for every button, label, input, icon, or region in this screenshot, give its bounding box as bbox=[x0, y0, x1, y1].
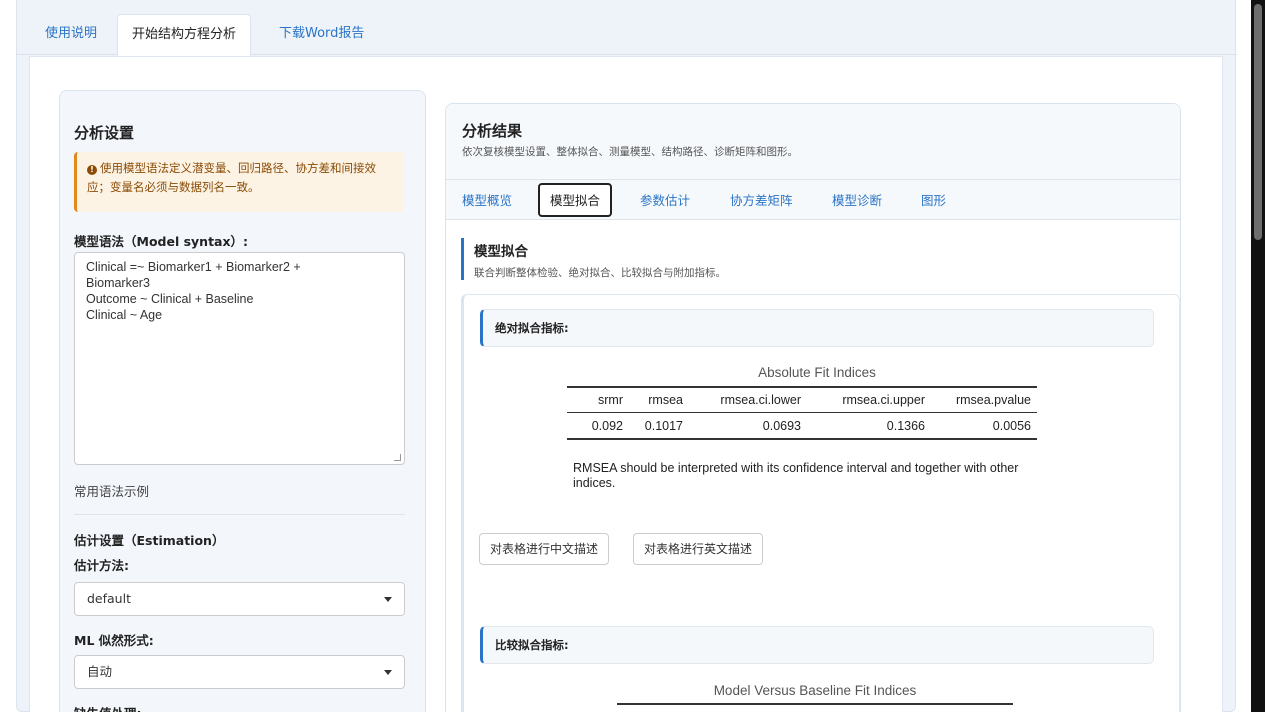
table-cell: 0.0056 bbox=[931, 412, 1037, 440]
fit-indices-card: 绝对拟合指标: Absolute Fit Indices srmr rmsea … bbox=[461, 294, 1180, 712]
estimation-title: 估计设置（Estimation） bbox=[74, 533, 225, 548]
syntax-hint-alert: ! 使用模型语法定义潜变量、回归路径、协方差和间接效应；变量名必须与数据列名一致。 bbox=[74, 152, 404, 212]
table-footnote: RMSEA should be interpreted with its con… bbox=[573, 461, 1019, 490]
top-tab-bar: 使用说明 开始结构方程分析 下载Word报告 bbox=[17, 14, 1237, 56]
window-scrollbar[interactable] bbox=[1251, 0, 1265, 712]
caret-down-icon bbox=[384, 597, 392, 602]
model-syntax-value: Clinical =~ Biomarker1 + Biomarker2 + Bi… bbox=[86, 260, 301, 322]
results-subtitle: 依次复核模型设置、整体拟合、测量模型、结构路径、诊断矩阵和图形。 bbox=[462, 146, 798, 158]
syntax-label: 模型语法（Model syntax）: bbox=[74, 234, 249, 249]
describe-table-chinese-button[interactable]: 对表格进行中文描述 bbox=[479, 533, 610, 565]
table-row: 0.092 0.1017 0.0693 0.1366 0.0056 bbox=[567, 412, 1037, 440]
results-tab-bar: 模型概览 模型拟合 参数估计 协方差矩阵 模型诊断 图形 bbox=[446, 180, 1180, 220]
absolute-table-title: Absolute Fit Indices bbox=[758, 365, 876, 380]
tab-parameter-estimates[interactable]: 参数估计 bbox=[640, 189, 690, 213]
estimation-method-select[interactable]: default bbox=[74, 582, 405, 616]
section-title: 模型拟合 bbox=[474, 244, 528, 260]
table-cell: 0.092 bbox=[567, 412, 629, 440]
ml-likelihood-select[interactable]: 自动 bbox=[74, 655, 405, 689]
tab-model-diagnostics[interactable]: 模型诊断 bbox=[832, 189, 882, 213]
method-value: default bbox=[87, 591, 131, 606]
col-header: rmsea.ci.lower bbox=[689, 386, 807, 413]
app-container: 使用说明 开始结构方程分析 下载Word报告 分析设置 ! 使用模型语法定义潜变量… bbox=[16, 0, 1237, 712]
main-content: 分析设置 ! 使用模型语法定义潜变量、回归路径、协方差和间接效应；变量名必须与数据… bbox=[29, 56, 1223, 712]
comparative-table-title: Model Versus Baseline Fit Indices bbox=[713, 683, 917, 698]
table-header-row: srmr rmsea rmsea.ci.lower rmsea.ci.upper… bbox=[567, 386, 1037, 413]
method-label: 估计方法: bbox=[74, 558, 129, 573]
col-header: rmsea bbox=[629, 386, 689, 413]
syntax-examples-link[interactable]: 常用语法示例 bbox=[74, 481, 149, 500]
settings-title: 分析设置 bbox=[74, 124, 135, 142]
tab-start-sem-analysis[interactable]: 开始结构方程分析 bbox=[117, 14, 252, 56]
table-cell: 0.0693 bbox=[689, 412, 807, 440]
missing-handling-label: 缺失值处理: bbox=[74, 703, 142, 712]
describe-table-english-button[interactable]: 对表格进行英文描述 bbox=[633, 533, 764, 565]
model-syntax-textarea[interactable]: Clinical =~ Biomarker1 + Biomarker2 + Bi… bbox=[74, 252, 405, 465]
section-accent-bar bbox=[461, 238, 464, 280]
col-header: rmsea.ci.upper bbox=[807, 386, 931, 413]
scrollbar-thumb[interactable] bbox=[1254, 4, 1262, 240]
results-title: 分析结果 bbox=[462, 122, 523, 140]
tab-covariance-matrix[interactable]: 协方差矩阵 bbox=[730, 189, 793, 213]
section-subtitle: 联合判断整体检验、绝对拟合、比较拟合与附加指标。 bbox=[474, 267, 726, 279]
analysis-settings-panel: 分析设置 ! 使用模型语法定义潜变量、回归路径、协方差和间接效应；变量名必须与数据… bbox=[59, 90, 426, 712]
ml-value: 自动 bbox=[87, 664, 113, 679]
tab-instructions[interactable]: 使用说明 bbox=[31, 14, 111, 55]
analysis-results-panel: 分析结果 依次复核模型设置、整体拟合、测量模型、结构路径、诊断矩阵和图形。 模型… bbox=[445, 103, 1181, 712]
resize-handle-icon[interactable] bbox=[394, 454, 401, 461]
col-header: srmr bbox=[567, 386, 629, 413]
divider bbox=[74, 514, 405, 515]
tab-model-fit[interactable]: 模型拟合 bbox=[538, 183, 613, 217]
results-header: 分析结果 依次复核模型设置、整体拟合、测量模型、结构路径、诊断矩阵和图形。 bbox=[446, 104, 1180, 180]
alert-text: 使用模型语法定义潜变量、回归路径、协方差和间接效应；变量名必须与数据列名一致。 bbox=[87, 161, 376, 194]
info-icon: ! bbox=[87, 165, 97, 175]
caret-down-icon bbox=[384, 670, 392, 675]
table-cell: 0.1017 bbox=[629, 412, 689, 440]
table-cell: 0.1366 bbox=[807, 412, 931, 440]
table-top-rule bbox=[617, 703, 1013, 705]
tab-plots[interactable]: 图形 bbox=[921, 189, 946, 213]
ml-likelihood-label: ML 似然形式: bbox=[74, 633, 154, 648]
absolute-fit-table: srmr rmsea rmsea.ci.lower rmsea.ci.upper… bbox=[567, 386, 1037, 440]
comparative-fit-header: 比较拟合指标: bbox=[480, 626, 1154, 664]
tab-download-word-report[interactable]: 下载Word报告 bbox=[265, 14, 378, 55]
col-header: rmsea.pvalue bbox=[931, 386, 1037, 413]
tab-model-overview[interactable]: 模型概览 bbox=[462, 189, 512, 213]
absolute-fit-header: 绝对拟合指标: bbox=[480, 309, 1154, 347]
